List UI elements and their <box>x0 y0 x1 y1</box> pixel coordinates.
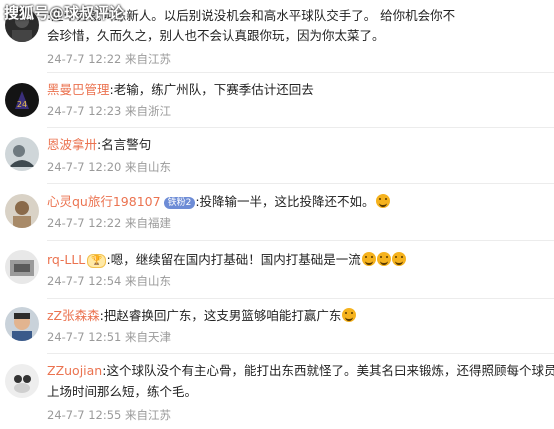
comment-meta: 24-7-7 12:55 来自江苏 <box>47 408 172 422</box>
comment-text: rq-LLL 🏆:嗯，继续留在国内打基础！国内打基础是一流 <box>47 249 547 270</box>
username[interactable]: 心灵qu旅行198107 <box>47 194 161 209</box>
divider <box>47 183 554 184</box>
laugh-emoji-icon <box>391 252 406 266</box>
comment-meta: 24-7-7 12:20 来自山东 <box>47 160 172 174</box>
avatar[interactable] <box>5 364 39 398</box>
username[interactable]: 黑曼巴管理 <box>47 82 110 97</box>
comment-text: 心灵qu旅行198107 铁粉2:投降输一半，这比投降还不如。 <box>47 191 547 212</box>
comment-text: ZZuojian:这个球队没个有主心骨，能打出东西就怪了。美其名曰来锻炼，还得照… <box>47 363 554 378</box>
username[interactable]: rq-LLL <box>47 252 85 267</box>
comment-text: 恩波拿卅:名言警句 <box>47 137 152 152</box>
comment-list: :走个秀就叫练新人。以后别说没机会和高水平球队交手了。 给你机会你不 会珍惜，久… <box>0 0 554 429</box>
divider <box>47 298 554 299</box>
comment-text-continued: 会珍惜，久而久之，别人也不会认真跟你玩，因为你太菜了。 <box>47 28 385 43</box>
laugh-emoji-icon <box>376 252 391 266</box>
svg-text:24: 24 <box>17 100 27 109</box>
comment-meta: 24-7-7 12:54 来自山东 <box>47 274 172 288</box>
comment-meta: 24-7-7 12:22 来自福建 <box>47 216 172 230</box>
laugh-emoji-icon <box>375 194 390 208</box>
comment-text: 黑曼巴管理:老输，练广州队，下赛季估计还回去 <box>47 82 314 97</box>
avatar[interactable] <box>5 137 39 171</box>
watermark: 搜狐号@球叔评论 <box>4 4 125 22</box>
comment-meta: 24-7-7 12:23 来自浙江 <box>47 104 172 118</box>
comment-text-continued: 上场时间那么短，练个毛。 <box>47 384 198 399</box>
divider <box>47 127 554 128</box>
avatar[interactable]: 24 <box>5 83 39 117</box>
laugh-emoji-icon <box>361 252 376 266</box>
comment-meta: 24-7-7 12:22 来自江苏 <box>47 52 172 66</box>
username[interactable]: ZZuojian <box>47 363 102 378</box>
divider <box>47 353 554 354</box>
vip-badge-icon: 🏆 <box>87 254 107 268</box>
fan-badge: 铁粉2 <box>163 197 196 209</box>
avatar[interactable] <box>5 194 39 228</box>
sweat-smile-emoji-icon <box>342 308 357 322</box>
comment-meta: 24-7-7 12:51 来自天津 <box>47 330 172 344</box>
divider <box>47 240 554 241</box>
divider <box>47 72 554 73</box>
username[interactable]: zZ张森森 <box>47 308 100 323</box>
avatar[interactable] <box>5 250 39 284</box>
avatar[interactable] <box>5 307 39 341</box>
username[interactable]: 恩波拿卅 <box>47 137 97 152</box>
comment-text: zZ张森森:把赵睿换回广东，这支男篮够咱能打赢广东 <box>47 305 547 326</box>
